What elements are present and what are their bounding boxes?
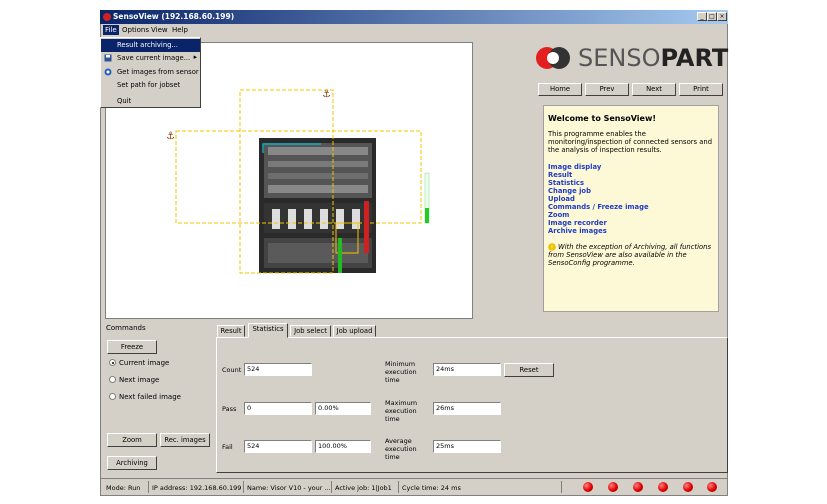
help-title: Welcome to SensoView! xyxy=(548,114,656,123)
pass-label: Pass xyxy=(222,405,237,413)
menu-get-images-from-sensor[interactable]: Get images from sensor xyxy=(101,66,200,79)
max-exec-label: Maximum execution time xyxy=(385,399,418,423)
help-link-image-recorder[interactable]: Image recorder xyxy=(548,219,607,227)
help-panel: Welcome to SensoView! This programme ena… xyxy=(543,105,719,312)
tab-job-upload[interactable]: Job upload xyxy=(333,325,376,337)
count-label: Count xyxy=(222,366,242,374)
radio-next-image[interactable] xyxy=(109,376,116,383)
archiving-button[interactable]: Archiving xyxy=(107,456,157,470)
svg-text:⚓: ⚓ xyxy=(322,89,331,100)
next-button[interactable]: Next xyxy=(632,83,676,96)
menu-view[interactable]: View xyxy=(151,26,168,34)
status-ip: IP address: 192.168.60.199 xyxy=(152,484,242,492)
radio-next-failed-image[interactable] xyxy=(109,393,116,400)
status-active-job: Active job: 1|Job1 xyxy=(335,484,392,492)
menu-file[interactable]: File xyxy=(103,25,119,35)
submenu-arrow-icon: ▸ xyxy=(193,53,197,61)
status-led-5 xyxy=(683,482,693,492)
status-led-2 xyxy=(608,482,618,492)
help-link-image-display[interactable]: Image display xyxy=(548,163,601,171)
svg-text:⚓: ⚓ xyxy=(166,131,175,142)
menu-options[interactable]: Options xyxy=(122,26,149,34)
tab-job-select[interactable]: Job select xyxy=(290,325,331,337)
menu-set-path-for-jobset[interactable]: Set path for jobset xyxy=(101,79,200,92)
count-field[interactable]: 524 xyxy=(244,363,312,376)
close-button[interactable]: × xyxy=(717,12,727,21)
save-icon xyxy=(104,54,112,62)
menu-bar: File Options View Help xyxy=(101,24,727,37)
tab-statistics[interactable]: Statistics xyxy=(248,323,288,338)
home-button[interactable]: Home xyxy=(538,83,582,96)
fail-label: Fail xyxy=(222,443,233,451)
commands-panel: Commands Freeze Current image Next image… xyxy=(104,322,214,475)
help-link-zoom[interactable]: Zoom xyxy=(548,211,569,219)
help-link-result[interactable]: Result xyxy=(548,171,572,179)
status-led-1 xyxy=(583,482,593,492)
radio-current-image[interactable] xyxy=(109,359,116,366)
logo-text-part: PART xyxy=(660,44,729,72)
status-cycle-time: Cycle time: 24 ms xyxy=(402,484,461,492)
max-exec-field[interactable]: 26ms xyxy=(433,402,501,415)
min-exec-field[interactable]: 24ms xyxy=(433,363,501,376)
prev-button[interactable]: Prev xyxy=(585,83,629,96)
file-menu-dropdown: Result archiving... Save current image..… xyxy=(100,37,201,108)
window-title: SensoView (192.168.60.199) xyxy=(113,12,235,21)
pass-field[interactable]: 0 xyxy=(244,402,312,415)
radio-next-image-label: Next image xyxy=(119,376,160,384)
radio-next-failed-image-label: Next failed image xyxy=(119,393,181,401)
logo-mark-icon xyxy=(536,47,570,69)
help-link-statistics[interactable]: Statistics xyxy=(548,179,584,187)
status-led-4 xyxy=(658,482,668,492)
status-name: Name: Visor V10 - your ... xyxy=(247,484,331,492)
print-button[interactable]: Print xyxy=(679,83,723,96)
commands-title: Commands xyxy=(106,324,146,332)
help-note: With the exception of Archiving, all fun… xyxy=(548,243,712,267)
status-mode: Mode: Run xyxy=(106,484,141,492)
menu-quit[interactable]: Quit xyxy=(101,95,200,108)
min-exec-label: Minimum execution time xyxy=(385,360,417,384)
tab-result[interactable]: Result xyxy=(217,325,245,337)
rec-images-button[interactable]: Rec. images xyxy=(160,433,210,447)
help-link-commands[interactable]: Commands / Freeze image xyxy=(548,203,649,211)
status-led-3 xyxy=(633,482,643,492)
status-led-6 xyxy=(707,482,717,492)
sensor-icon xyxy=(104,68,112,76)
menu-help[interactable]: Help xyxy=(172,26,188,34)
help-body: This programme enables the monitoring/in… xyxy=(548,130,713,154)
statistics-panel: Count 524 Pass 0 0.00% Fail 524 100.00% … xyxy=(216,337,728,473)
fail-percent-field[interactable]: 100.00% xyxy=(315,440,371,453)
logo-text-senso: SENSO xyxy=(578,44,661,72)
help-link-upload[interactable]: Upload xyxy=(548,195,575,203)
reset-button[interactable]: Reset xyxy=(504,363,554,377)
zoom-button[interactable]: Zoom xyxy=(107,433,157,447)
pass-percent-field[interactable]: 0.00% xyxy=(315,402,371,415)
help-link-archive-images[interactable]: Archive images xyxy=(548,227,607,235)
menu-save-current-image[interactable]: Save current image... ▸ xyxy=(101,52,200,65)
title-bar: SensoView (192.168.60.199) _ □ × xyxy=(100,10,728,24)
menu-result-archiving[interactable]: Result archiving... xyxy=(101,39,200,52)
freeze-button[interactable]: Freeze xyxy=(107,340,157,354)
help-link-change-job[interactable]: Change job xyxy=(548,187,591,195)
sensopart-logo: SENSOPART xyxy=(534,42,729,74)
avg-exec-label: Average execution time xyxy=(385,437,417,461)
minimize-button[interactable]: _ xyxy=(697,12,707,21)
app-icon xyxy=(103,13,111,21)
maximize-button[interactable]: □ xyxy=(707,12,717,21)
fail-field[interactable]: 524 xyxy=(244,440,312,453)
avg-exec-field[interactable]: 25ms xyxy=(433,440,501,453)
radio-current-image-label: Current image xyxy=(119,359,170,367)
